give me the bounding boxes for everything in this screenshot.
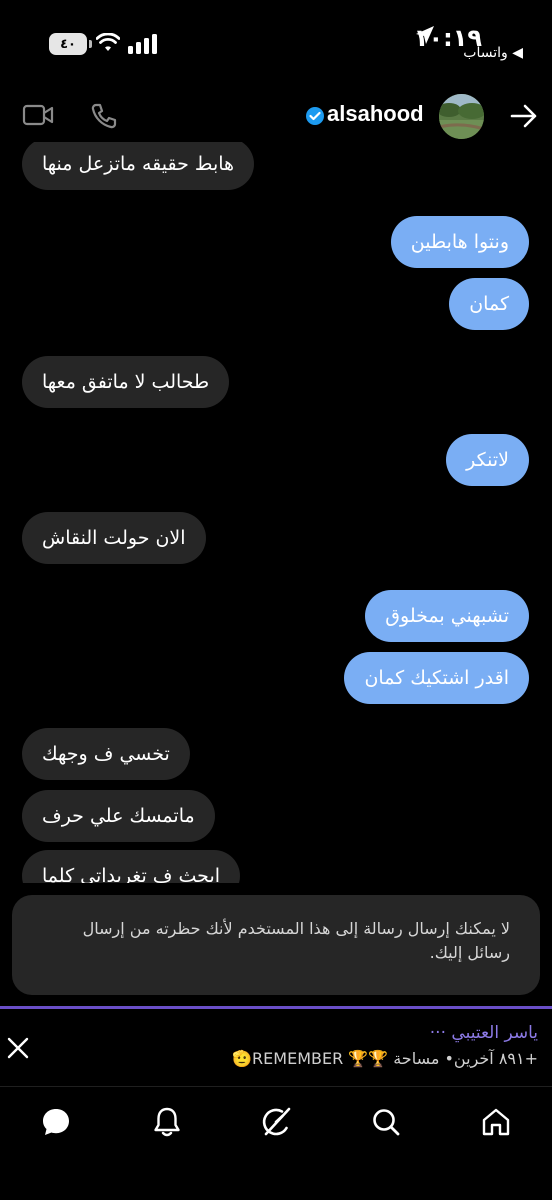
search-icon bbox=[373, 1109, 400, 1136]
nav-search[interactable] bbox=[369, 1105, 403, 1139]
voice-call-icon[interactable] bbox=[90, 102, 118, 130]
space-host[interactable]: ياسر العتيبي ··· bbox=[430, 1023, 538, 1043]
notifications-icon bbox=[154, 1107, 180, 1137]
message-incoming[interactable]: ماتمسك علي حرف bbox=[22, 790, 215, 842]
video-call-icon[interactable] bbox=[22, 103, 54, 127]
nav-home[interactable] bbox=[479, 1105, 513, 1139]
verified-badge-icon bbox=[306, 107, 324, 125]
grok-icon bbox=[262, 1107, 291, 1136]
space-info: +٨٩١ آخرين• مساحة 🏆🏆 REMEMBER🫡 bbox=[232, 1049, 538, 1068]
nav-messages[interactable] bbox=[39, 1105, 73, 1139]
message-outgoing[interactable]: كمان bbox=[449, 278, 529, 330]
close-icon[interactable] bbox=[7, 1037, 29, 1059]
space-bar[interactable]: ياسر العتيبي ··· +٨٩١ آخرين• مساحة 🏆🏆 RE… bbox=[0, 1009, 552, 1085]
chat-header: alsahood bbox=[0, 88, 552, 144]
message-outgoing[interactable]: لاتنكر bbox=[446, 434, 529, 486]
blocked-notice: لا يمكنك إرسال رسالة إلى هذا المستخدم لأ… bbox=[12, 895, 540, 995]
messages-icon bbox=[43, 1109, 69, 1135]
bottom-nav bbox=[0, 1086, 552, 1200]
message-incoming[interactable]: الان حولت النقاش bbox=[22, 512, 206, 564]
nav-grok[interactable] bbox=[259, 1105, 293, 1139]
message-outgoing[interactable]: اقدر اشتكيك كمان bbox=[344, 652, 529, 704]
cellular-signal-icon bbox=[128, 34, 157, 54]
message-incoming[interactable]: هابط حقيقه ماتزعل منها bbox=[22, 142, 255, 190]
home-icon bbox=[482, 1108, 510, 1136]
dm-screen: ٤٠ ١٠:١٩ ◀ واتساب alsahood هابط حقيقه ما… bbox=[0, 0, 552, 1200]
status-bar: ٤٠ ١٠:١٩ ◀ واتساب bbox=[0, 0, 552, 80]
back-arrow-icon[interactable] bbox=[510, 103, 538, 129]
message-list[interactable]: هابط حقيقه ماتزعل منها ونتوا هابطين كمان… bbox=[0, 142, 552, 883]
avatar[interactable] bbox=[439, 94, 484, 139]
username[interactable]: alsahood bbox=[327, 101, 424, 127]
wifi-icon bbox=[96, 33, 120, 51]
message-incoming[interactable]: ابحث ف تغريداتي كلما bbox=[22, 850, 241, 883]
back-to-app-link[interactable]: ◀ واتساب bbox=[463, 45, 523, 61]
nav-notifications[interactable] bbox=[150, 1105, 184, 1139]
battery-icon: ٤٠ bbox=[49, 33, 92, 55]
message-incoming[interactable]: طحالب لا ماتفق معها bbox=[22, 356, 230, 408]
message-outgoing[interactable]: ونتوا هابطين bbox=[390, 216, 529, 268]
message-outgoing[interactable]: تشبهني بمخلوق bbox=[365, 590, 529, 642]
message-incoming[interactable]: تخسي ف وجهك bbox=[22, 728, 190, 780]
